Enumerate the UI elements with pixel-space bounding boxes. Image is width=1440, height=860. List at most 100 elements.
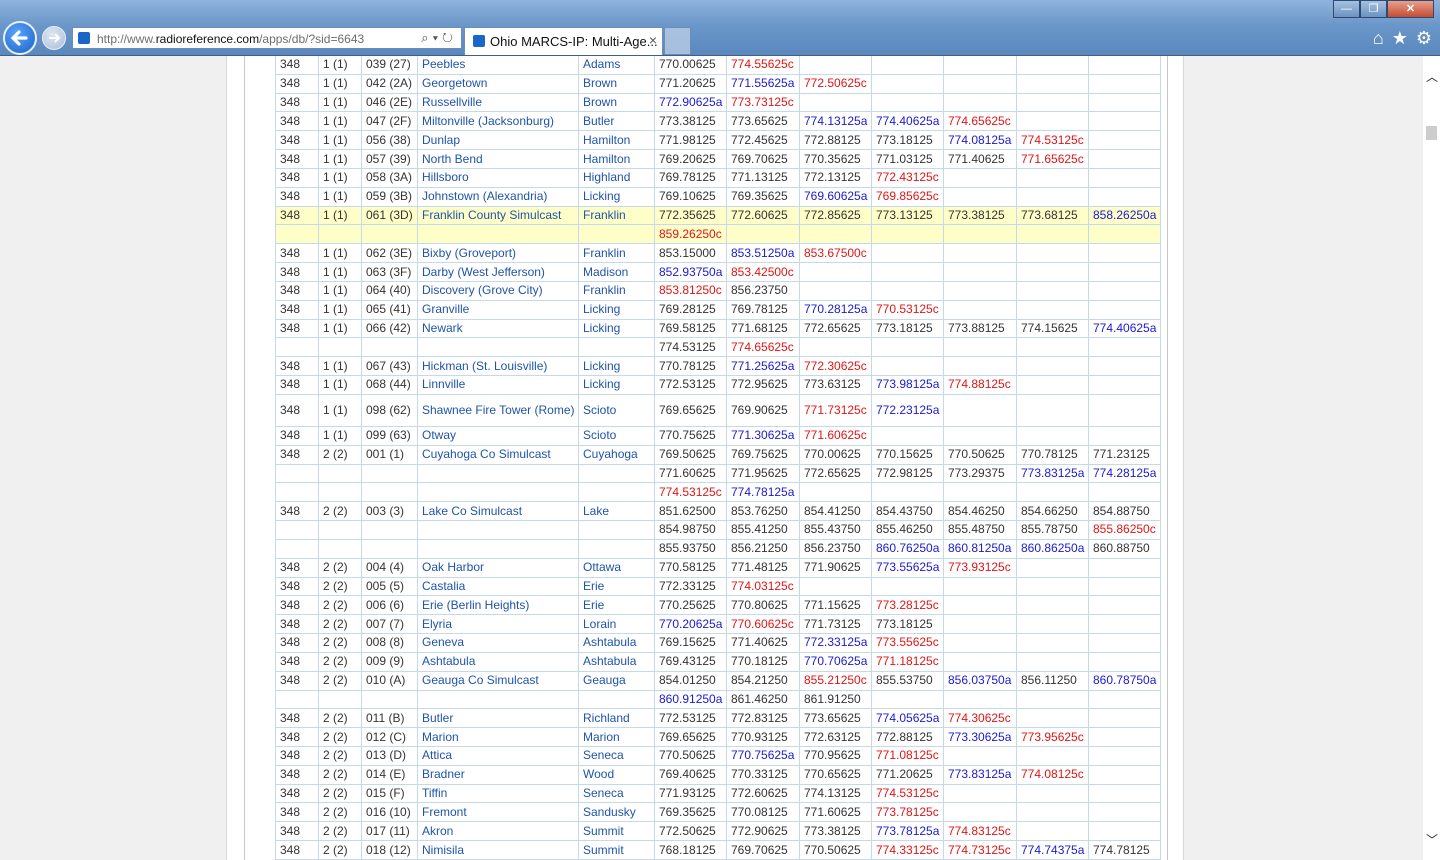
county-link[interactable]: Franklin — [578, 243, 655, 264]
maximize-button[interactable]: ❐ — [1360, 0, 1387, 18]
county-link[interactable]: Seneca — [578, 745, 655, 766]
site-name-link[interactable]: North Bend — [417, 149, 579, 169]
site-name-link[interactable]: Granville — [417, 299, 579, 320]
scroll-down-icon[interactable]: ﹀ — [1426, 831, 1438, 848]
site-name-link[interactable]: Cuyahoga Co Simulcast — [417, 444, 579, 465]
county-link[interactable]: Franklin — [578, 280, 655, 301]
freq-cell: 774.78125 — [1088, 840, 1161, 860]
county-link[interactable]: Brown — [578, 73, 655, 94]
county-link[interactable]: Licking — [578, 318, 655, 339]
site-name-link[interactable]: Akron — [417, 821, 579, 842]
tab-active[interactable]: Ohio MARCS-IP: Multi-Age... × — [464, 27, 663, 55]
site-name-link[interactable]: Russellville — [417, 92, 579, 113]
site-name-link[interactable]: Geauga Co Simulcast — [417, 670, 579, 691]
site-name-link[interactable]: Peebles — [417, 56, 579, 75]
site-name-link[interactable]: Nimisila — [417, 840, 579, 860]
site-name-link[interactable]: Marion — [417, 727, 579, 747]
site-name-link[interactable]: Georgetown — [417, 73, 579, 94]
scroll-thumb[interactable] — [1426, 126, 1437, 140]
back-button[interactable] — [3, 21, 37, 55]
tab-close-icon[interactable]: × — [649, 32, 657, 48]
site-name-link[interactable]: Tiffin — [417, 783, 579, 804]
county-link[interactable]: Adams — [578, 56, 655, 75]
address-bar[interactable]: http://www.radioreference.com/apps/db/?s… — [72, 27, 462, 49]
site-name-link[interactable]: Hillsboro — [417, 167, 579, 188]
site-name-link[interactable]: Geneva — [417, 633, 579, 653]
site-name-link[interactable]: Shawnee Fire Tower (Rome) — [417, 393, 579, 427]
rfss-cell: 348 — [275, 821, 319, 842]
site-name-link[interactable]: Attica — [417, 745, 579, 766]
site-name-link[interactable]: Ashtabula — [417, 651, 579, 672]
freq-cell — [1088, 186, 1161, 207]
site-name-link[interactable]: Hickman (St. Louisville) — [417, 356, 579, 377]
county-link[interactable]: Erie — [578, 595, 655, 616]
home-icon[interactable]: ⌂ — [1373, 28, 1384, 49]
site-name-link[interactable]: Bradner — [417, 764, 579, 785]
site-name-link[interactable]: Elyria — [417, 614, 579, 635]
county-link[interactable]: Licking — [578, 375, 655, 395]
freq-cell — [871, 262, 944, 282]
county-link[interactable]: Lorain — [578, 614, 655, 635]
freq-cell — [871, 425, 944, 446]
county-link[interactable]: Ashtabula — [578, 633, 655, 653]
county-link[interactable]: Scioto — [578, 393, 655, 427]
minimize-button[interactable]: — — [1333, 0, 1360, 18]
site-name-link[interactable]: Johnstown (Alexandria) — [417, 186, 579, 207]
site-name-link[interactable]: Fremont — [417, 802, 579, 823]
county-link[interactable]: Geauga — [578, 670, 655, 691]
county-link[interactable]: Sandusky — [578, 802, 655, 823]
county-link[interactable]: Lake — [578, 501, 655, 522]
site-name-link[interactable]: Franklin County Simulcast — [417, 205, 579, 226]
settings-gear-icon[interactable]: ⚙ — [1416, 28, 1432, 49]
vertical-scrollbar[interactable]: ︿ ﹀ — [1423, 56, 1440, 860]
county-link[interactable]: Marion — [578, 727, 655, 747]
site-name-link[interactable]: Oak Harbor — [417, 557, 579, 578]
county-link[interactable]: Ashtabula — [578, 651, 655, 672]
freq-cell: 772.50625c — [799, 73, 872, 94]
county-link[interactable]: Butler — [578, 111, 655, 132]
address-url[interactable]: http://www.radioreference.com/apps/db/?s… — [97, 32, 364, 46]
dropdown-icon[interactable]: ▾ — [433, 30, 442, 45]
table-row: 348 1 (1) 098 (62) Shawnee Fire Tower (Rome… — [275, 393, 1161, 427]
county-link[interactable]: Brown — [578, 92, 655, 113]
site-name-link[interactable]: Otway — [417, 425, 579, 446]
scroll-up-icon[interactable]: ︿ — [1426, 68, 1438, 85]
close-window-button[interactable]: ✕ — [1387, 0, 1434, 18]
county-link[interactable]: Scioto — [578, 425, 655, 446]
county-link[interactable]: Erie — [578, 576, 655, 597]
site-name-link[interactable]: Linnville — [417, 375, 579, 395]
site-name-link[interactable]: Dunlap — [417, 130, 579, 151]
county-link[interactable]: Ottawa — [578, 557, 655, 578]
county-link[interactable]: Licking — [578, 299, 655, 320]
forward-button[interactable] — [42, 26, 66, 50]
county-link[interactable]: Licking — [578, 356, 655, 377]
county-link[interactable]: Summit — [578, 821, 655, 842]
site-name-link[interactable]: Bixby (Groveport) — [417, 243, 579, 264]
rfss-cell: 348 — [275, 576, 319, 597]
site-name-link[interactable]: Miltonville (Jacksonburg) — [417, 111, 579, 132]
county-link[interactable]: Cuyahoga — [578, 444, 655, 465]
freq-cell: 774.03125c — [726, 576, 800, 597]
county-link[interactable]: Seneca — [578, 783, 655, 804]
site-name-link[interactable]: Lake Co Simulcast — [417, 501, 579, 522]
county-link[interactable]: Highland — [578, 167, 655, 188]
county-link[interactable]: Franklin — [578, 205, 655, 226]
site-name-link[interactable]: Newark — [417, 318, 579, 339]
county-link[interactable]: Hamilton — [578, 149, 655, 169]
address-tools[interactable]: ⌕▾↻ — [421, 30, 457, 46]
favorites-star-icon[interactable]: ★ — [1392, 28, 1408, 49]
site-name-link[interactable]: Erie (Berlin Heights) — [417, 595, 579, 616]
new-tab-button[interactable] — [664, 27, 691, 55]
county-link[interactable]: Madison — [578, 262, 655, 282]
county-link[interactable]: Richland — [578, 708, 655, 729]
site-name-link[interactable]: Castalia — [417, 576, 579, 597]
county-link[interactable]: Hamilton — [578, 130, 655, 151]
county-link[interactable]: Summit — [578, 840, 655, 860]
county-link[interactable]: Wood — [578, 764, 655, 785]
site-name-link[interactable]: Darby (West Jefferson) — [417, 262, 579, 282]
site-name-link[interactable]: Discovery (Grove City) — [417, 280, 579, 301]
refresh-icon[interactable]: ↻ — [442, 30, 457, 45]
county-link[interactable]: Licking — [578, 186, 655, 207]
search-icon[interactable]: ⌕ — [421, 30, 432, 45]
site-name-link[interactable]: Butler — [417, 708, 579, 729]
